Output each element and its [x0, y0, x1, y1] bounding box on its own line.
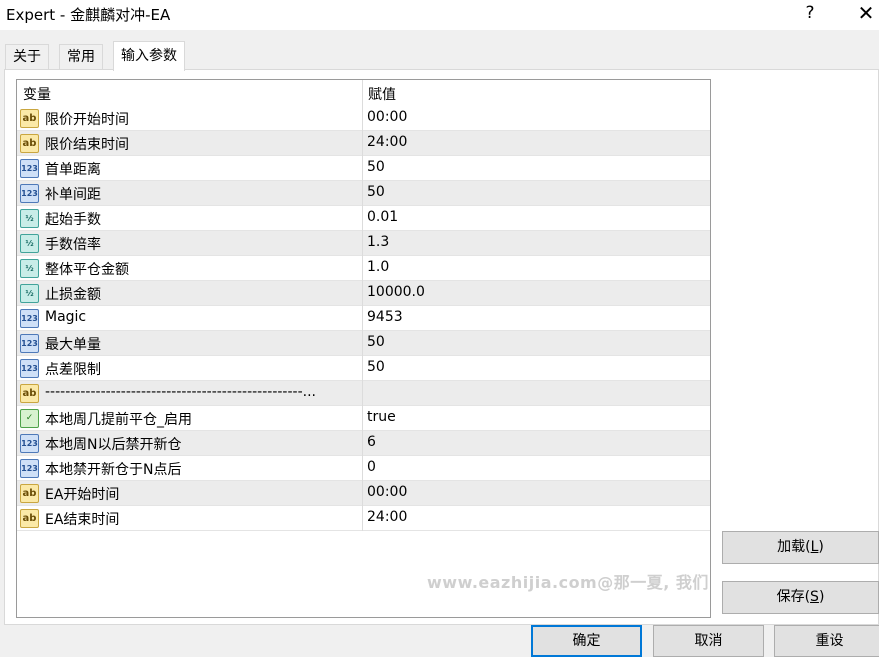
tab-about[interactable]: 关于	[5, 44, 49, 69]
string-type-icon: ab	[20, 509, 39, 528]
double-type-icon: ½	[20, 284, 39, 303]
parameter-name: 起始手数	[45, 212, 101, 228]
column-divider[interactable]	[362, 80, 363, 531]
parameter-value[interactable]: 50	[367, 184, 385, 200]
table-row[interactable]: ½ 起始手数 0.01	[17, 206, 710, 231]
parameter-value[interactable]: 1.3	[367, 234, 389, 250]
watermark: www.eazhijia.com@那一夏, 我们	[427, 573, 709, 592]
integer-type-icon: 123	[20, 309, 39, 328]
double-type-icon: ½	[20, 209, 39, 228]
parameter-name: 本地周N以后禁开新仓	[45, 437, 182, 453]
table-row[interactable]: ½ 整体平仓金额 1.0	[17, 256, 710, 281]
parameter-name: 止损金额	[45, 287, 101, 303]
table-row[interactable]: 123 本地周N以后禁开新仓 6	[17, 431, 710, 456]
integer-type-icon: 123	[20, 184, 39, 203]
parameter-name: 手数倍率	[45, 237, 101, 253]
table-row[interactable]: ab 限价开始时间 00:00	[17, 106, 710, 131]
parameter-name: EA结束时间	[45, 512, 120, 528]
integer-type-icon: 123	[20, 359, 39, 378]
table-row[interactable]: ab --------------------------------------…	[17, 381, 710, 406]
parameter-name: 补单间距	[45, 187, 101, 203]
load-button-suffix: )	[818, 539, 824, 555]
parameter-value[interactable]: 00:00	[367, 109, 407, 125]
parameter-name: 首单距离	[45, 162, 101, 178]
parameter-table: 变量 赋值 ab 限价开始时间 00:00 ab 限价结束时间 24:00 123 首单距离 5…	[16, 79, 711, 618]
table-row[interactable]: ab EA开始时间 00:00	[17, 481, 710, 506]
parameter-name: 限价结束时间	[45, 137, 129, 153]
string-type-icon: ab	[20, 484, 39, 503]
table-row[interactable]: ab EA结束时间 24:00	[17, 506, 710, 531]
table-row[interactable]: ✓ 本地周几提前平仓_启用 true	[17, 406, 710, 431]
integer-type-icon: 123	[20, 334, 39, 353]
parameter-value[interactable]: 00:00	[367, 484, 407, 500]
close-icon[interactable]: ✕	[846, 0, 879, 28]
tab-common[interactable]: 常用	[59, 44, 103, 69]
string-type-icon: ab	[20, 109, 39, 128]
double-type-icon: ½	[20, 234, 39, 253]
help-icon[interactable]: ?	[790, 0, 830, 28]
parameter-value[interactable]: 10000.0	[367, 284, 425, 300]
parameter-value[interactable]: 6	[367, 434, 376, 450]
parameter-name: 限价开始时间	[45, 112, 129, 128]
table-row[interactable]: 123 本地禁开新仓于N点后 0	[17, 456, 710, 481]
string-type-icon: ab	[20, 384, 39, 403]
tab-inputs[interactable]: 输入参数	[113, 41, 185, 71]
table-row[interactable]: ab 限价结束时间 24:00	[17, 131, 710, 156]
table-row[interactable]: 123 最大单量 50	[17, 331, 710, 356]
header-value: 赋值	[368, 87, 396, 103]
parameter-value[interactable]: 50	[367, 334, 385, 350]
parameter-name: 点差限制	[45, 362, 101, 378]
parameter-value[interactable]: 24:00	[367, 134, 407, 150]
parameter-name: 最大单量	[45, 337, 101, 353]
parameter-value[interactable]: 9453	[367, 309, 403, 325]
title-bar: Expert - 金麒麟对冲-EA ? ✕	[0, 0, 879, 30]
save-button-suffix: )	[818, 589, 825, 605]
table-row[interactable]: ½ 手数倍率 1.3	[17, 231, 710, 256]
ok-button[interactable]: 确定	[531, 625, 642, 657]
parameter-value[interactable]: 0	[367, 459, 376, 475]
parameter-name: Magic	[45, 309, 87, 325]
parameter-name: 整体平仓金额	[45, 262, 129, 278]
cancel-button[interactable]: 取消	[653, 625, 764, 657]
parameter-value[interactable]: 50	[367, 159, 385, 175]
parameter-value[interactable]: 0.01	[367, 209, 398, 225]
parameter-value[interactable]: 50	[367, 359, 385, 375]
table-row[interactable]: ½ 止损金额 10000.0	[17, 281, 710, 306]
integer-type-icon: 123	[20, 459, 39, 478]
table-row[interactable]: 123 首单距离 50	[17, 156, 710, 181]
parameter-value[interactable]: true	[367, 409, 396, 425]
save-hotkey: S	[810, 589, 819, 605]
table-header: 变量 赋值	[17, 80, 710, 105]
string-type-icon: ab	[20, 134, 39, 153]
save-button-label: 保存(	[776, 589, 811, 605]
parameter-name: EA开始时间	[45, 487, 120, 503]
parameter-value[interactable]: 1.0	[367, 259, 389, 275]
parameter-name: 本地周几提前平仓_启用	[45, 412, 192, 428]
integer-type-icon: 123	[20, 159, 39, 178]
boolean-type-icon: ✓	[20, 409, 39, 428]
integer-type-icon: 123	[20, 434, 39, 453]
table-row[interactable]: 123 Magic 9453	[17, 306, 710, 331]
reset-button[interactable]: 重设	[774, 625, 879, 657]
parameter-value[interactable]: 24:00	[367, 509, 407, 525]
table-row[interactable]: 123 补单间距 50	[17, 181, 710, 206]
header-variable: 变量	[23, 87, 51, 103]
load-button[interactable]: 加载(L)	[722, 531, 879, 564]
double-type-icon: ½	[20, 259, 39, 278]
table-row[interactable]: 123 点差限制 50	[17, 356, 710, 381]
window-title: Expert - 金麒麟对冲-EA	[6, 6, 171, 24]
parameter-name: 本地禁开新仓于N点后	[45, 462, 182, 478]
save-button[interactable]: 保存(S)	[722, 581, 879, 614]
parameter-name: ----------------------------------------…	[45, 384, 316, 400]
load-button-label: 加载(	[777, 539, 811, 555]
